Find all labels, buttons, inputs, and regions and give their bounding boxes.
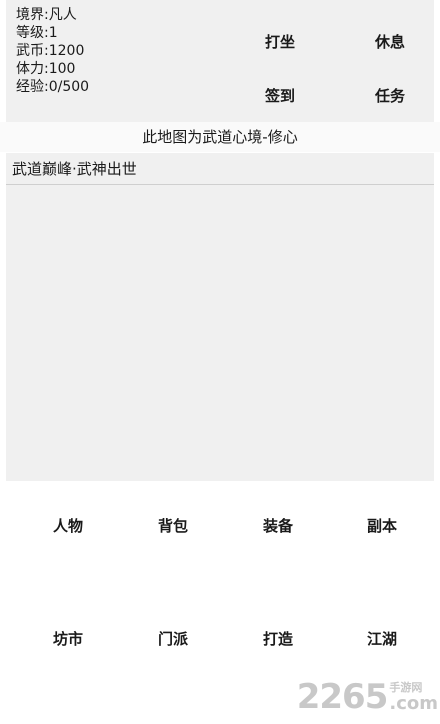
stat-coins: 武币:1200 <box>16 43 85 59</box>
menu-jianghu[interactable]: 江湖 <box>367 628 397 649</box>
map-info-text: 此地图为武道心境-修心 <box>142 128 298 146</box>
menu-sect[interactable]: 门派 <box>158 628 188 649</box>
message-log-panel: 武道巅峰·武神出世 <box>6 153 434 481</box>
watermark-suffix: 手游网 .com <box>389 682 438 714</box>
log-divider <box>6 184 434 185</box>
meditate-button[interactable]: 打坐 <box>265 31 295 52</box>
menu-dungeon[interactable]: 副本 <box>367 515 397 536</box>
status-panel: 境界:凡人 等级:1 武币:1200 体力:100 经验:0/500 打坐 休息… <box>6 0 434 122</box>
menu-backpack[interactable]: 背包 <box>158 515 188 536</box>
menu-equipment[interactable]: 装备 <box>263 515 293 536</box>
watermark-number: 2265 <box>296 677 389 717</box>
watermark-com-text: .com <box>389 693 438 714</box>
map-info-bar: 此地图为武道心境-修心 <box>0 122 440 152</box>
site-watermark-logo: 2265 手游网 .com <box>297 680 438 714</box>
rest-button[interactable]: 休息 <box>375 31 405 52</box>
player-stats: 境界:凡人 等级:1 武币:1200 体力:100 经验:0/500 <box>16 0 89 96</box>
menu-character[interactable]: 人物 <box>53 515 83 536</box>
checkin-button[interactable]: 签到 <box>265 85 295 106</box>
menu-forge[interactable]: 打造 <box>263 628 293 649</box>
log-title: 武道巅峰·武神出世 <box>12 160 137 178</box>
stat-experience: 经验:0/500 <box>16 79 90 95</box>
stat-stamina: 体力:100 <box>16 61 76 77</box>
menu-market[interactable]: 坊市 <box>53 628 83 649</box>
stat-level: 等级:1 <box>16 25 58 41</box>
stat-realm: 境界:凡人 <box>16 7 77 23</box>
quest-button[interactable]: 任务 <box>375 85 405 106</box>
